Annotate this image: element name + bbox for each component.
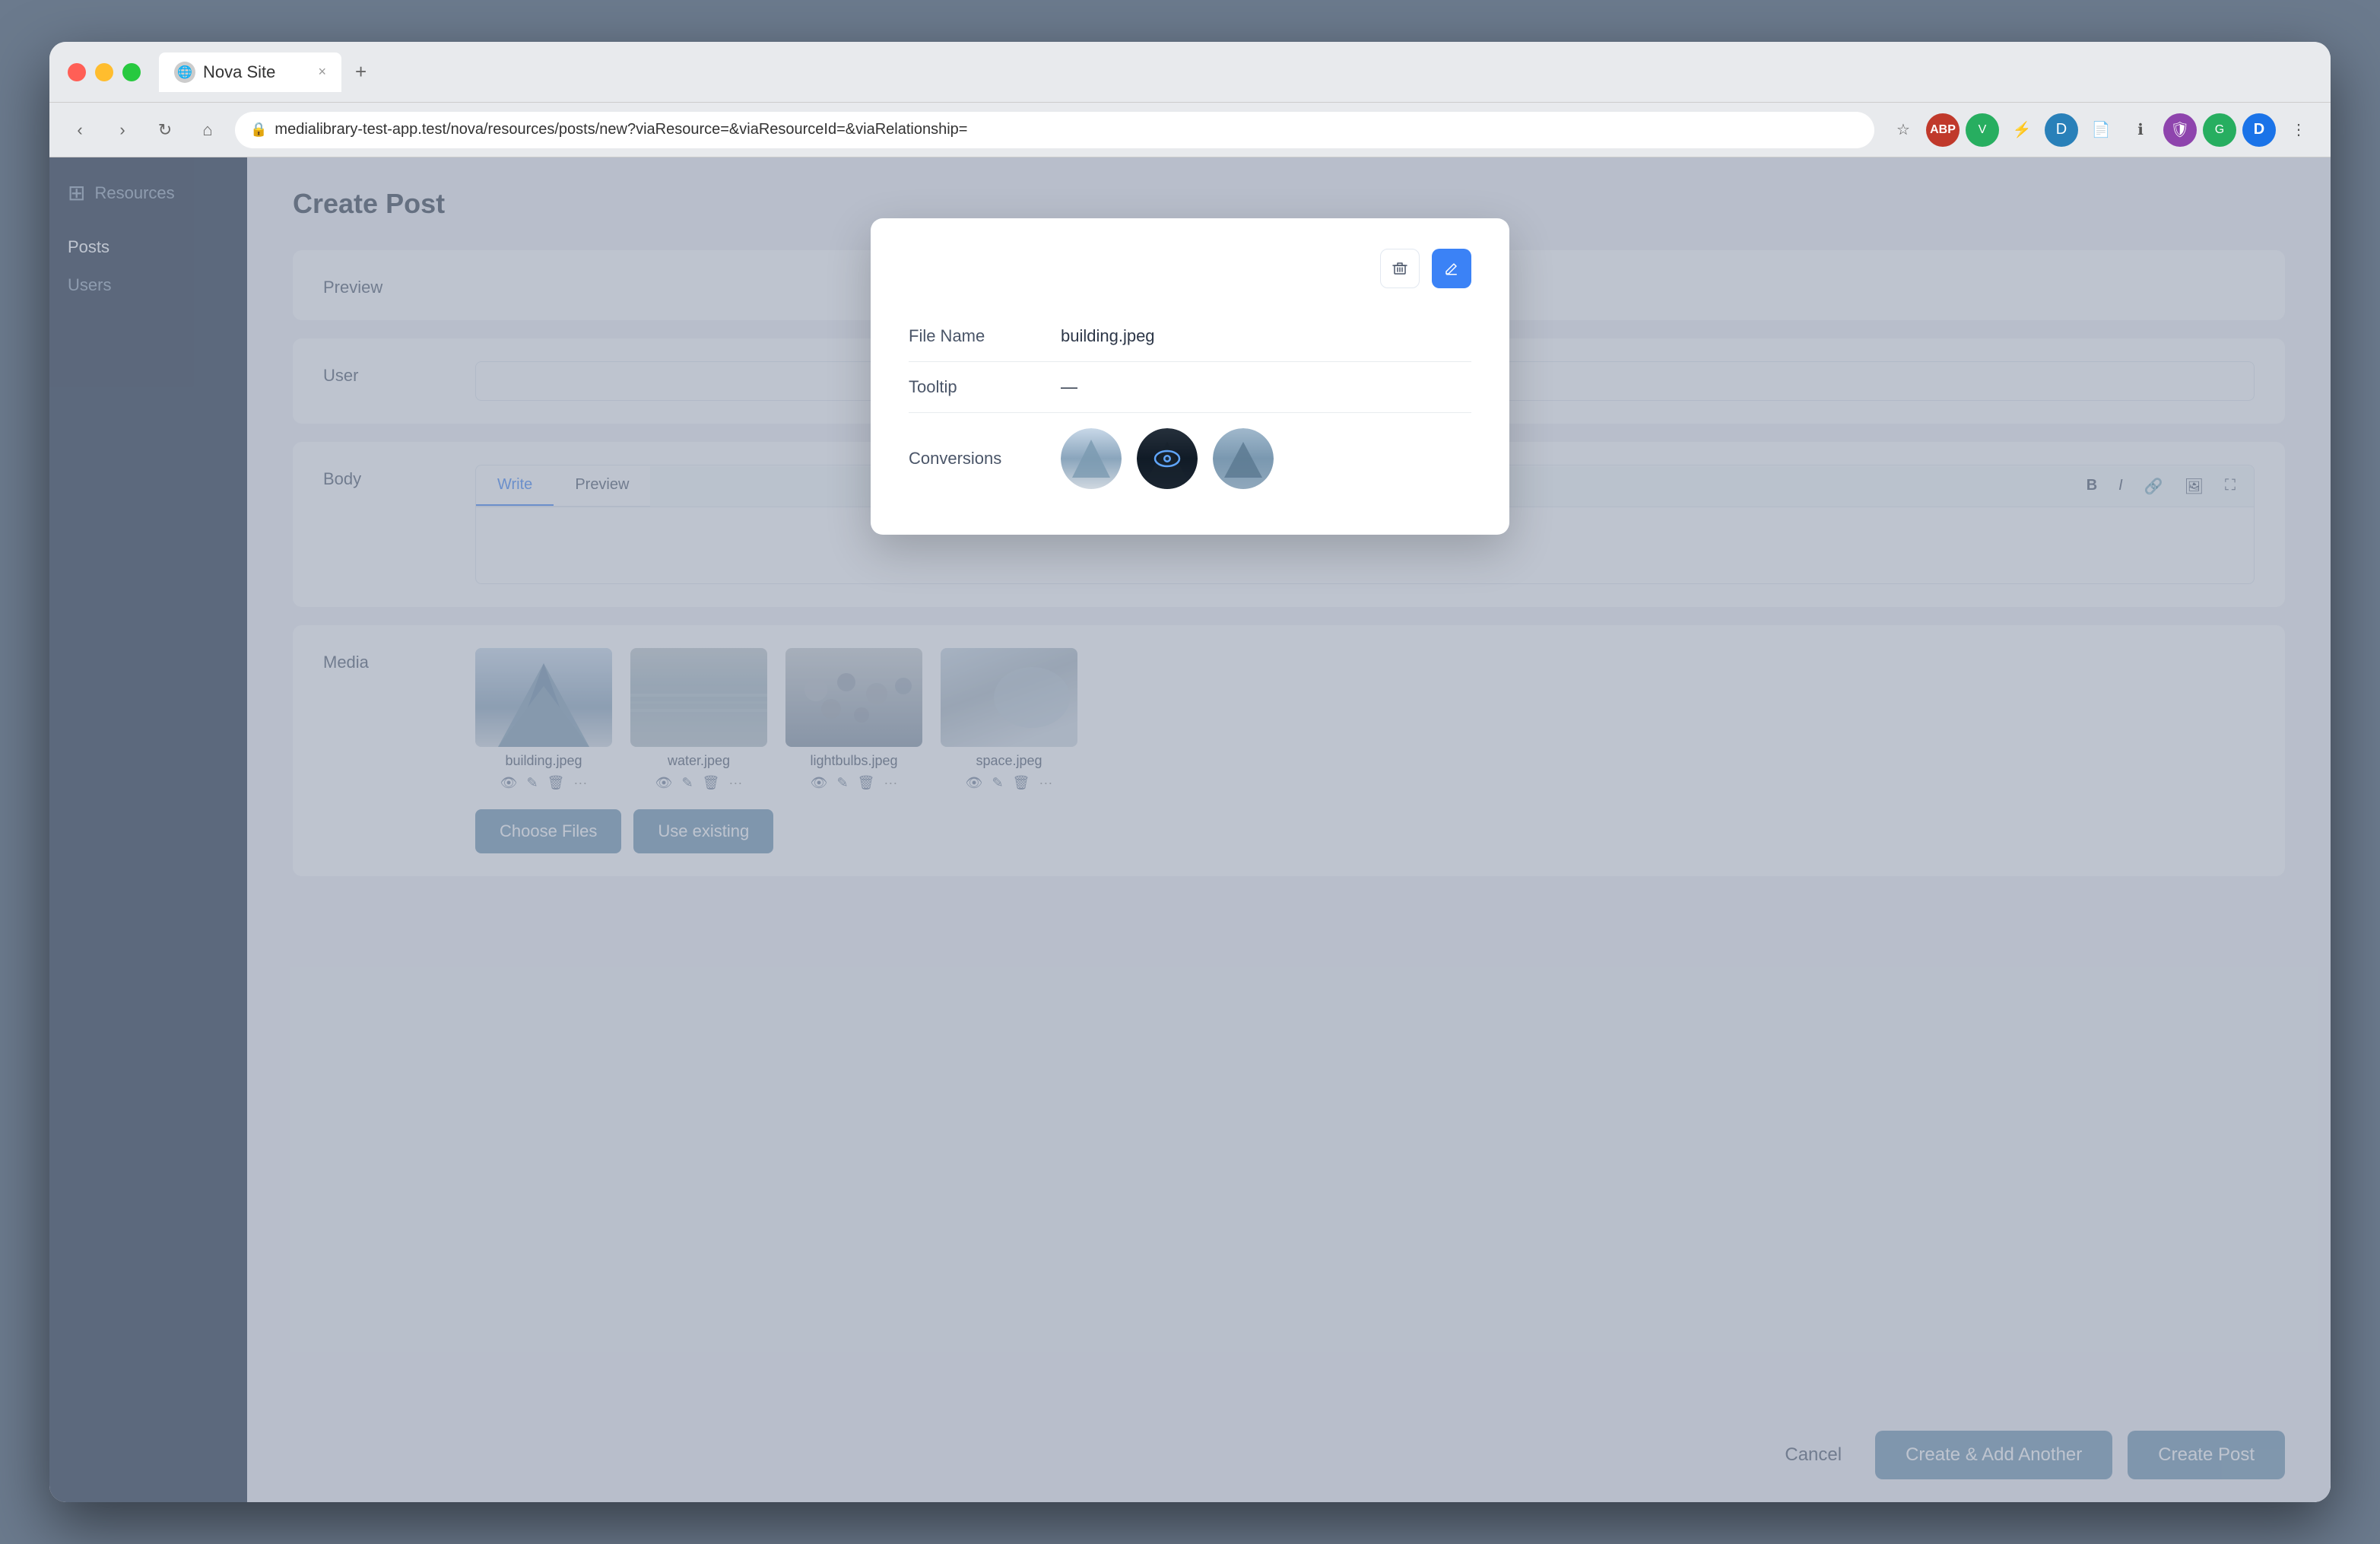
modal-conversions-row: Conversions	[909, 413, 1471, 504]
modal-conversions-value: cropped	[1061, 428, 1471, 489]
forward-button[interactable]: ›	[107, 115, 138, 145]
tab-favicon: 🌐	[174, 62, 195, 83]
conversions-container: cropped	[1061, 428, 1471, 489]
modal-tooltip-label: Tooltip	[909, 377, 1061, 397]
menu-button[interactable]: ⋮	[2282, 113, 2315, 147]
adblock-extension[interactable]: ABP	[1926, 113, 1960, 147]
title-bar: 🌐 Nova Site × +	[49, 42, 2331, 103]
lock-icon: 🔒	[250, 122, 267, 138]
tab-title: Nova Site	[203, 62, 275, 82]
active-tab[interactable]: 🌐 Nova Site ×	[159, 52, 341, 92]
url-text: medialibrary-test-app.test/nova/resource…	[274, 121, 967, 138]
ext-v-button[interactable]: V	[1966, 113, 1999, 147]
conversion-circle-3[interactable]	[1213, 428, 1274, 489]
url-bar[interactable]: 🔒 medialibrary-test-app.test/nova/resour…	[235, 112, 1874, 148]
ext-doc-button[interactable]: 📄	[2084, 113, 2118, 147]
ext-info-button[interactable]: ℹ	[2124, 113, 2157, 147]
modal-filename-row: File Name building.jpeg	[909, 311, 1471, 362]
conversion-circle-1[interactable]	[1061, 428, 1122, 489]
modal-filename-value: building.jpeg	[1061, 326, 1471, 346]
maximize-window-button[interactable]	[122, 63, 141, 81]
conversion-circle-2[interactable]: cropped	[1137, 428, 1198, 489]
tab-close-button[interactable]: ×	[318, 64, 326, 80]
ext-bolt-button[interactable]: ⚡	[2005, 113, 2039, 147]
close-window-button[interactable]	[68, 63, 86, 81]
reload-button[interactable]: ↻	[150, 115, 180, 145]
ext-g-button[interactable]: G	[2203, 113, 2236, 147]
modal-edit-button[interactable]	[1432, 249, 1471, 288]
modal-dialog: File Name building.jpeg Tooltip — Conver…	[871, 218, 1509, 535]
main-content: ⊞ Resources Posts Users Create Post Prev…	[49, 157, 2331, 1502]
modal-delete-button[interactable]	[1380, 249, 1420, 288]
traffic-lights	[68, 63, 141, 81]
edit-icon	[1443, 260, 1460, 277]
modal-conversions-label: Conversions	[909, 449, 1061, 469]
trash-icon	[1392, 260, 1408, 277]
ext-d-button[interactable]: D	[2045, 113, 2078, 147]
modal-filename-label: File Name	[909, 326, 1061, 346]
new-tab-button[interactable]: +	[347, 56, 374, 88]
address-bar: ‹ › ↻ ⌂ 🔒 medialibrary-test-app.test/nov…	[49, 103, 2331, 157]
bookmark-button[interactable]: ☆	[1887, 113, 1920, 147]
modal-tooltip-row: Tooltip —	[909, 362, 1471, 413]
ext-shield-button[interactable]: 🛡	[2163, 113, 2197, 147]
browser-window: 🌐 Nova Site × + ‹ › ↻ ⌂ 🔒 medialibrary-t…	[49, 42, 2331, 1502]
user-avatar-button[interactable]: D	[2242, 113, 2276, 147]
browser-actions: ☆ ABP V ⚡ D 📄 ℹ 🛡 G D ⋮	[1887, 113, 2315, 147]
home-button[interactable]: ⌂	[192, 115, 223, 145]
minimize-window-button[interactable]	[95, 63, 113, 81]
back-button[interactable]: ‹	[65, 115, 95, 145]
tab-bar: 🌐 Nova Site × +	[159, 52, 2312, 92]
modal-tooltip-value: —	[1061, 377, 1471, 397]
modal-header	[909, 249, 1471, 288]
modal-overlay[interactable]: File Name building.jpeg Tooltip — Conver…	[49, 157, 2331, 1502]
